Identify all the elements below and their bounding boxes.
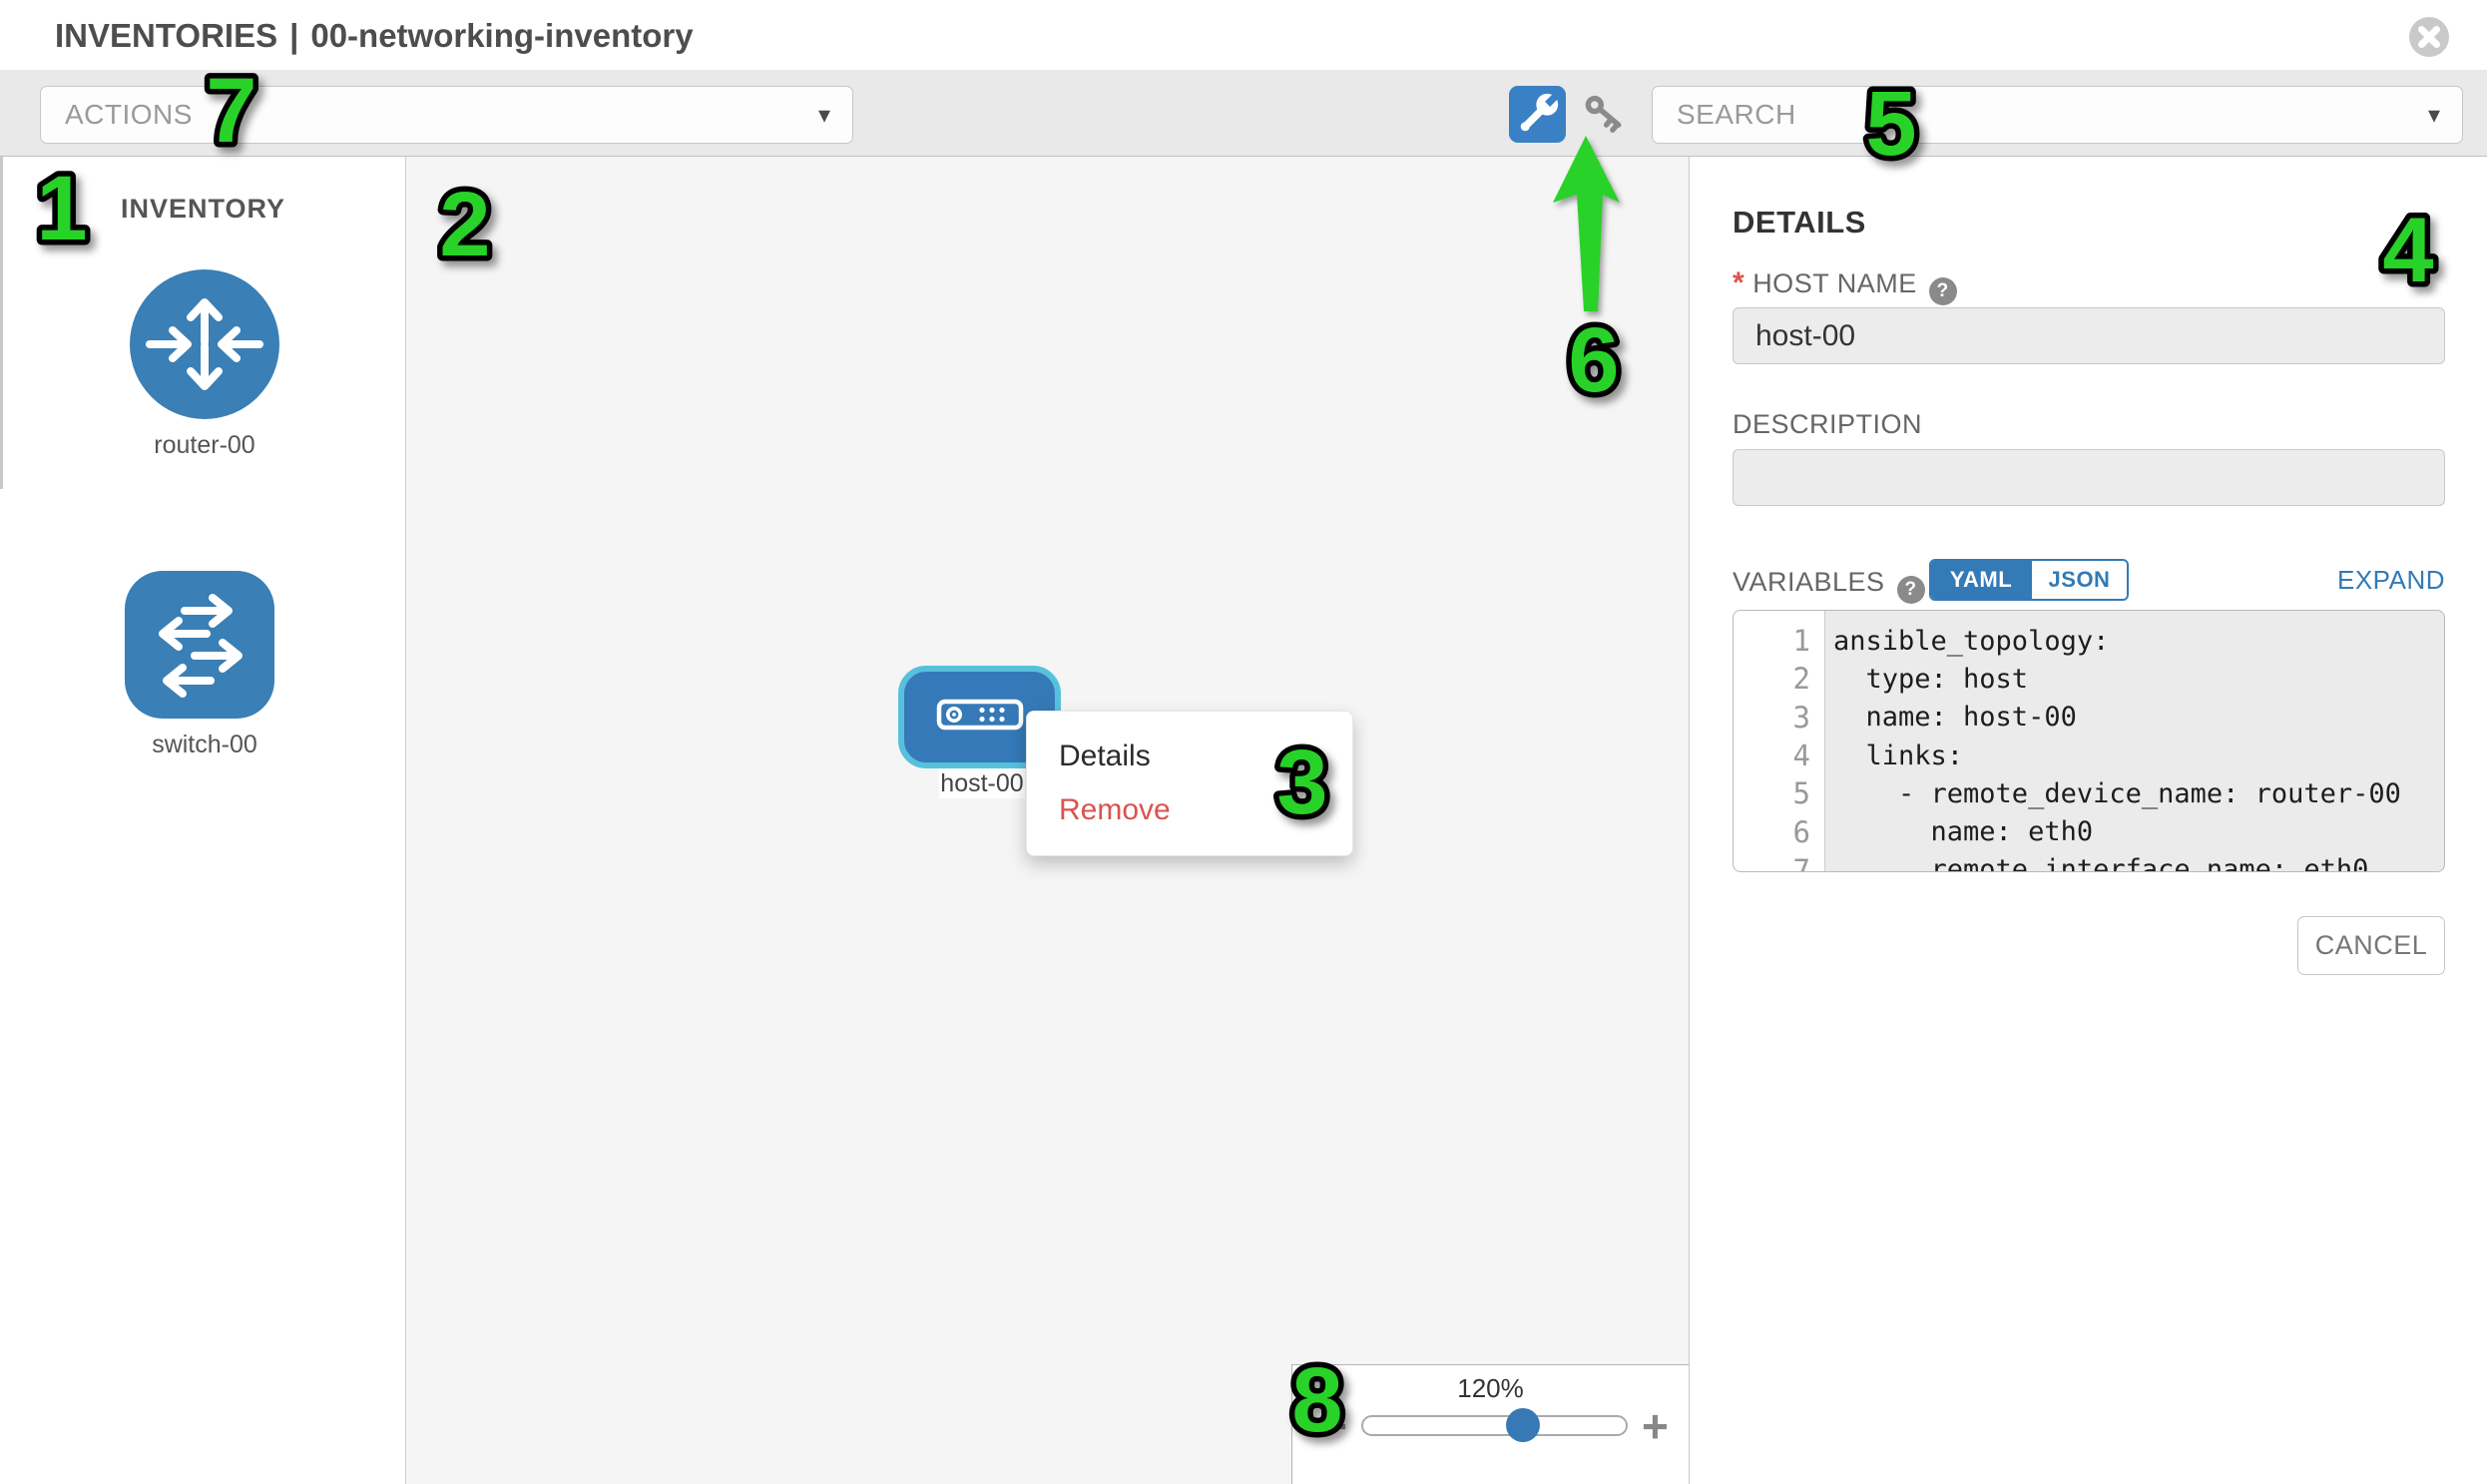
line-number: 1 [1734,624,1824,658]
cancel-button[interactable]: CANCEL [2297,916,2445,975]
editor-line: 5 - remote_device_name: router-00 [1734,774,2444,812]
description-label: DESCRIPTION [1733,409,1922,440]
wrench-button[interactable] [1509,86,1566,143]
editor-line: 3 name: host-00 [1734,699,2444,737]
actions-dropdown-placeholder: ACTIONS [65,99,193,131]
palette-item-router[interactable] [130,269,279,419]
context-menu: Details Remove [1026,711,1353,856]
page-header: INVENTORIES | 00-networking-inventory [0,0,2487,71]
tab-yaml[interactable]: YAML [1931,561,2031,599]
chevron-down-icon: ▾ [818,101,830,130]
palette-item-label: switch-00 [55,731,354,759]
line-number: 6 [1734,815,1824,849]
switch-icon [125,706,274,723]
zoom-slider-knob[interactable] [1506,1408,1540,1442]
help-icon[interactable]: ? [1929,277,1957,305]
expand-link[interactable]: EXPAND [2249,565,2445,596]
line-number: 3 [1734,701,1824,735]
host-name-label: *HOST NAME? [1733,266,1957,305]
chevron-down-icon: ▾ [2428,101,2440,130]
actions-dropdown[interactable]: ACTIONS ▾ [40,86,853,144]
line-number: 7 [1734,853,1824,872]
zoom-control: 120% − + [1291,1364,1689,1484]
variables-label: VARIABLES? [1733,567,1925,604]
wrench-icon [1509,131,1566,146]
editor-line: 4 links: [1734,737,2444,774]
required-marker: * [1733,266,1744,299]
close-icon[interactable] [2408,16,2450,58]
menu-item-details[interactable]: Details [1027,730,1352,783]
variables-editor[interactable]: 1ansible_topology: 2 type: host 3 name: … [1733,610,2445,872]
search-dropdown[interactable]: SEARCH ▾ [1652,86,2463,144]
breadcrumb-separator: | [289,17,298,54]
zoom-out-button[interactable]: − [1320,1403,1347,1449]
details-panel: DETAILS *HOST NAME? DESCRIPTION VARIABLE… [1691,157,2487,1484]
tab-json[interactable]: JSON [2031,561,2127,599]
details-panel-title: DETAILS [1733,205,1866,241]
variables-format-toggle: YAML JSON [1929,559,2129,601]
editor-line: 1ansible_topology: [1734,622,2444,660]
toolbar: ACTIONS ▾ [0,70,2487,157]
zoom-slider[interactable] [1361,1415,1628,1436]
breadcrumb: INVENTORIES | 00-networking-inventory [55,17,694,55]
zoom-level-value: 120% [1292,1373,1689,1404]
zoom-in-button[interactable]: + [1642,1403,1669,1449]
host-name-input[interactable] [1733,307,2445,364]
app-window: INVENTORIES | 00-networking-inventory ACTI… [0,0,2487,1484]
key-icon[interactable] [1580,90,1630,140]
editor-line: 2 type: host [1734,660,2444,698]
help-icon[interactable]: ? [1897,576,1925,604]
palette-item-switch[interactable] [125,571,274,719]
editor-line: 7 remote_interface_name: eth0 [1734,851,2444,872]
host-icon [936,699,1024,736]
search-dropdown-placeholder: SEARCH [1677,99,1796,131]
host-node-label: host-00 [939,768,1025,798]
breadcrumb-section: INVENTORIES [55,17,277,54]
line-number: 4 [1734,739,1824,772]
description-input[interactable] [1733,449,2445,506]
breadcrumb-item: 00-networking-inventory [310,17,693,54]
editor-line: 6 name: eth0 [1734,812,2444,850]
menu-item-remove[interactable]: Remove [1027,783,1352,837]
line-number: 2 [1734,662,1824,696]
sidebar-heading: INVENTORY [0,194,406,225]
line-number: 5 [1734,776,1824,810]
palette-item-label: router-00 [55,431,354,460]
router-icon [130,406,279,423]
